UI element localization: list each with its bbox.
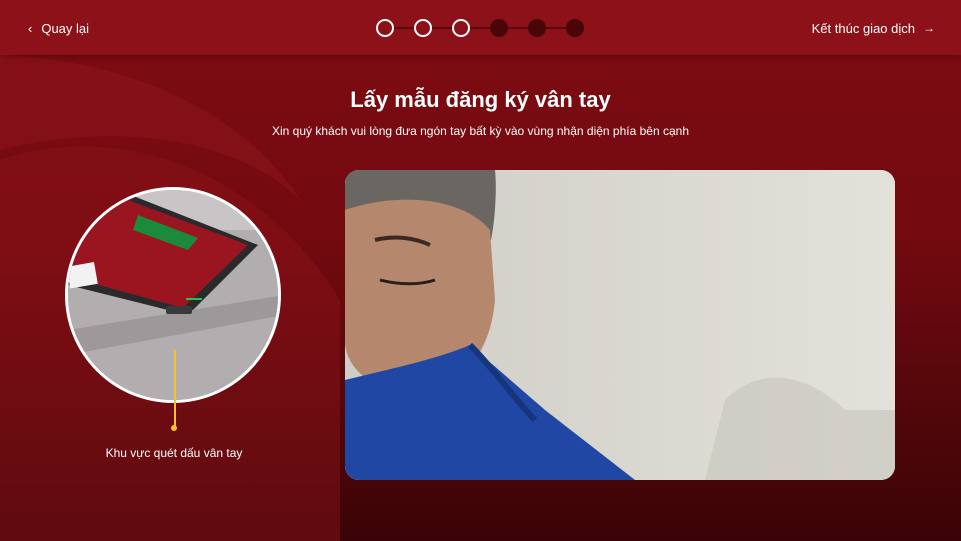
back-button[interactable]: ‹ Quay lại xyxy=(28,18,89,38)
back-button-label: Quay lại xyxy=(41,20,90,36)
camera-preview xyxy=(345,170,895,480)
fingerprint-scanner-illustration xyxy=(65,187,281,403)
end-transaction-label: Kết thúc giao dịch xyxy=(811,20,915,36)
scanner-pointer-dot xyxy=(171,425,177,431)
scanner-pointer-line xyxy=(174,350,176,428)
camera-feed-image xyxy=(345,170,895,480)
step-3 xyxy=(452,19,470,37)
page-title: Lấy mẫu đăng ký vân tay xyxy=(350,87,611,112)
top-bar: ‹ Quay lại Kết thúc giao dịch → xyxy=(0,0,961,55)
step-4 xyxy=(490,19,508,37)
scanner-area-label: Khu vực quét dấu vân tay xyxy=(105,446,243,460)
step-5 xyxy=(528,19,546,37)
step-2 xyxy=(414,19,432,37)
end-transaction-button[interactable]: Kết thúc giao dịch → xyxy=(812,18,935,38)
page-subtitle: Xin quý khách vui lòng đưa ngón tay bất … xyxy=(272,124,689,138)
step-1 xyxy=(376,19,394,37)
step-6 xyxy=(566,19,584,37)
arrow-right-icon: → xyxy=(923,21,935,35)
progress-stepper xyxy=(376,19,584,37)
chevron-left-icon: ‹ xyxy=(28,20,33,36)
